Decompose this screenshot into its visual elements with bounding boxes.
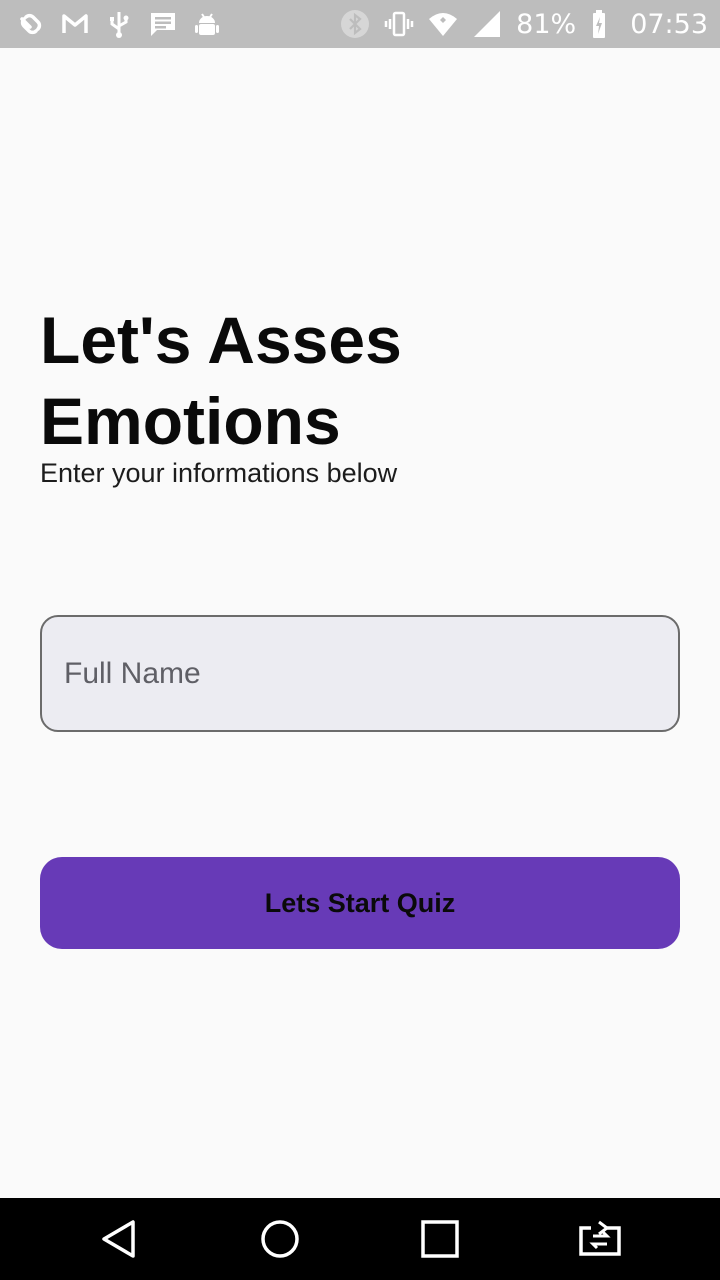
message-icon xyxy=(148,9,178,39)
recents-button[interactable] xyxy=(400,1209,480,1269)
bluetooth-icon xyxy=(340,9,370,39)
battery-percent: 81% xyxy=(516,8,577,40)
clock: 07:53 xyxy=(630,8,708,40)
back-icon xyxy=(102,1220,135,1258)
back-button[interactable] xyxy=(80,1209,160,1269)
link-icon xyxy=(16,9,46,39)
screen-switch-button[interactable] xyxy=(560,1209,640,1269)
gmail-icon xyxy=(60,9,90,39)
status-bar: 81% 07:53 xyxy=(0,0,720,48)
navigation-bar xyxy=(0,1198,720,1280)
full-name-input[interactable] xyxy=(40,615,680,732)
start-quiz-button[interactable]: Lets Start Quiz xyxy=(40,857,680,949)
android-debug-icon xyxy=(192,9,222,39)
main-screen: Let's Asses Emotions Enter your informat… xyxy=(0,48,720,1198)
status-bar-right: 81% 07:53 xyxy=(340,9,708,40)
home-button[interactable] xyxy=(240,1209,320,1269)
status-bar-left xyxy=(16,9,222,39)
home-icon xyxy=(261,1220,299,1258)
screen-switch-icon xyxy=(579,1220,621,1256)
battery-icon xyxy=(586,9,616,39)
signal-icon xyxy=(472,9,502,39)
page-title: Let's Asses Emotions xyxy=(40,303,402,458)
usb-icon xyxy=(104,9,134,39)
vibrate-icon xyxy=(384,9,414,39)
wifi-icon xyxy=(428,9,458,39)
recents-icon xyxy=(421,1220,459,1258)
page-subtitle: Enter your informations below xyxy=(40,458,398,488)
